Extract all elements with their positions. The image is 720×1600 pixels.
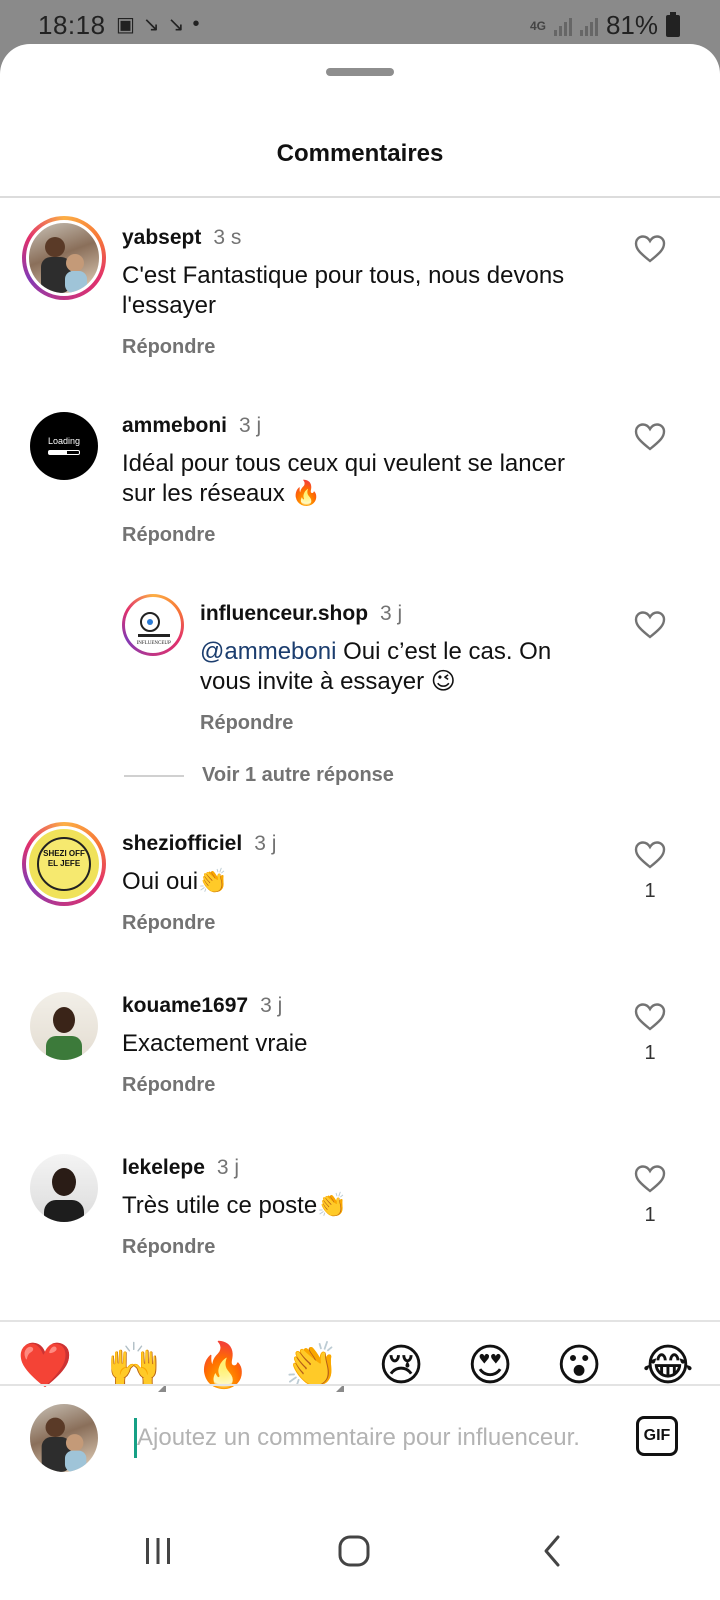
current-user-avatar [30, 1404, 98, 1472]
avatar-text: SHEZI OFF EL JEFE [37, 837, 91, 891]
missed-call-icon-2: ↘ [167, 14, 185, 36]
view-more-replies-button[interactable]: Voir 1 autre réponse [202, 764, 394, 787]
comment-time: 3 j [254, 832, 277, 855]
reply-button[interactable]: Répondre [200, 712, 293, 735]
signal-icon-2 [579, 16, 598, 36]
comment-item: Loading ammeboni 3 j Idéal pour tous ceux… [0, 404, 720, 574]
avatar[interactable] [30, 1154, 98, 1222]
loading-bar-icon [48, 450, 80, 455]
battery-icon [666, 11, 680, 37]
avatar-text: Loading [47, 436, 81, 446]
comment-item: SHEZI OFF EL JEFE sheziofficiel 3 j Oui o… [0, 822, 720, 972]
comment-text: C'est Fantastique pour tous, nous devons… [122, 262, 565, 319]
drag-handle[interactable] [326, 68, 394, 76]
comment-username[interactable]: yabsept 3 s [122, 226, 241, 250]
heart-outline-icon[interactable] [634, 422, 666, 452]
recent-apps-icon[interactable] [128, 1526, 188, 1576]
reply-button[interactable]: Répondre [122, 1074, 215, 1097]
screenshot-icon: ▣ [116, 14, 135, 36]
reply-button[interactable]: Répondre [122, 1236, 215, 1259]
signal-icon [553, 16, 572, 36]
comment-time: 3 j [380, 602, 403, 625]
system-nav-bar [0, 1500, 720, 1600]
heart-outline-icon[interactable] [634, 234, 666, 264]
status-bar: 18:18 ▣ ↘ ↘ • 4G 81% [0, 0, 720, 50]
comment-text: Idéal pour tous ceux qui veulent se lanc… [122, 450, 565, 507]
avatar-photo-icon [46, 1007, 82, 1060]
comment-item: kouame1697 3 j Exactement vraie Répondre … [0, 984, 720, 1134]
reply-button[interactable]: Répondre [122, 336, 215, 359]
heart-outline-icon[interactable] [634, 610, 666, 640]
network-type: 4G [529, 18, 546, 33]
avatar[interactable] [30, 992, 98, 1060]
back-icon[interactable] [522, 1526, 582, 1576]
comment-username[interactable]: ammeboni 3 j [122, 414, 261, 438]
like-count: 1 [644, 1042, 656, 1064]
avatar[interactable]: SHEZI OFF EL JEFE [22, 822, 106, 906]
reply-comment-item: INFLUENCEUR influenceur.shop 3 j @ammebon… [0, 592, 720, 762]
reply-button[interactable]: Répondre [122, 912, 215, 935]
influenceur-logo-icon: INFLUENCEUR [137, 612, 172, 646]
avatar[interactable]: Loading [30, 412, 98, 480]
more-notifications-dot-icon: • [192, 13, 200, 35]
heart-outline-icon[interactable] [634, 1164, 666, 1194]
notification-icons: ▣ ↘ ↘ • [116, 12, 199, 37]
reply-button[interactable]: Répondre [122, 524, 215, 547]
title-divider [0, 196, 720, 198]
gif-button[interactable]: GIF [636, 1416, 678, 1456]
avatar-photo-icon [41, 1417, 87, 1472]
comment-item: lekelepe 3 j Très utile ce poste👏 Répondr… [0, 1146, 720, 1296]
svg-text:INFLUENCEUR: INFLUENCEUR [137, 641, 172, 646]
comment-input[interactable] [134, 1418, 614, 1458]
like-count: 1 [644, 880, 656, 902]
comment-username[interactable]: lekelepe 3 j [122, 1156, 239, 1180]
avatar[interactable]: INFLUENCEUR [122, 594, 184, 656]
comment-item: yabsept 3 s C'est Fantastique pour tous, … [0, 216, 720, 386]
comment-username[interactable]: influenceur.shop 3 j [200, 602, 402, 626]
comment-text: Oui oui👏 [122, 868, 228, 895]
comment-text: Exactement vraie [122, 1030, 308, 1057]
comment-input-bar: GIF [0, 1388, 720, 1498]
battery-level: 81% [605, 10, 658, 40]
comment-time: 3 s [213, 226, 242, 249]
avatar[interactable] [22, 216, 106, 300]
comment-username[interactable]: sheziofficiel 3 j [122, 832, 276, 856]
comments-sheet: Commentaires yabsept 3 s C'est Fantastiqu… [0, 44, 720, 1600]
comment-time: 3 j [239, 414, 262, 437]
avatar-photo-icon [41, 237, 87, 293]
home-icon[interactable] [324, 1526, 384, 1576]
like-count: 1 [644, 1204, 656, 1226]
avatar-photo-icon [44, 1168, 84, 1222]
input-divider [0, 1384, 720, 1386]
comment-time: 3 j [260, 994, 283, 1017]
missed-call-icon: ↘ [142, 14, 160, 36]
status-time: 18:18 [38, 10, 106, 40]
comment-username[interactable]: kouame1697 3 j [122, 994, 282, 1018]
comment-text: @ammeboni Oui c’est le cas. On vous invi… [200, 638, 552, 695]
sheet-title: Commentaires [276, 140, 444, 167]
heart-outline-icon[interactable] [634, 1002, 666, 1032]
comment-text: Très utile ce poste👏 [122, 1192, 348, 1219]
heart-outline-icon[interactable] [634, 840, 666, 870]
view-more-divider [124, 775, 184, 777]
comment-time: 3 j [216, 1156, 240, 1179]
user-mention-link[interactable]: @ammeboni [200, 638, 336, 665]
status-right: 4G 81% [530, 10, 680, 41]
